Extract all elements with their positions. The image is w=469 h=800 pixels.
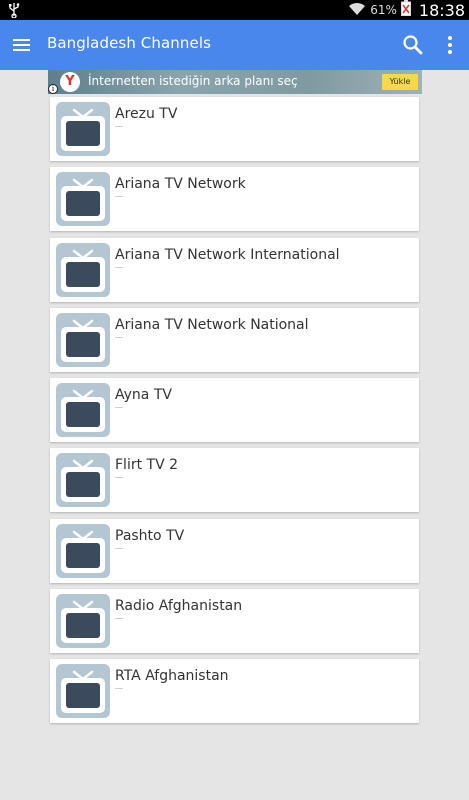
- channel-list-item[interactable]: Ayna TV: [50, 378, 419, 443]
- battery-percent: 61%: [370, 3, 397, 17]
- tv-icon: [56, 242, 110, 297]
- channel-name: Arezu TV: [115, 106, 178, 122]
- channel-name: RTA Afghanistan: [115, 668, 229, 685]
- tv-icon: [56, 383, 110, 438]
- ad-text: İnternetten istediğin arka planı seç: [88, 74, 298, 88]
- app-bar: Bangladesh Channels: [0, 20, 469, 70]
- tv-icon: [56, 453, 110, 508]
- tv-icon: [56, 102, 110, 156]
- divider: [115, 688, 123, 690]
- divider: [115, 407, 123, 409]
- tv-icon: [56, 664, 110, 719]
- channel-list-item[interactable]: Flirt TV 2: [50, 448, 419, 513]
- channel-name: Ayna TV: [115, 387, 172, 404]
- hamburger-menu-icon[interactable]: [12, 36, 32, 54]
- battery-icon: [400, 0, 411, 20]
- channel-list-item[interactable]: Ariana TV Network National: [50, 307, 419, 372]
- channel-name: Pashto TV: [115, 527, 185, 544]
- divider: [115, 336, 123, 338]
- channel-name: Flirt TV 2: [115, 457, 179, 474]
- clock: 18:38: [418, 0, 465, 20]
- channel-list-item[interactable]: Arezu TV: [50, 97, 419, 161]
- channel-list: Arezu TV Ariana TV Network Ariana TV Net…: [50, 97, 419, 730]
- ad-install-button[interactable]: Yükle: [382, 74, 418, 90]
- divider: [115, 547, 123, 549]
- ad-info-icon[interactable]: i: [48, 84, 58, 94]
- app-title: Bangladesh Channels: [47, 34, 212, 52]
- divider: [115, 477, 123, 479]
- ad-banner[interactable]: Y İnternetten istediğin arka planı seç Y…: [48, 70, 422, 94]
- divider: [115, 266, 123, 268]
- channel-list-item[interactable]: Ariana TV Network: [50, 167, 419, 232]
- tv-icon: [56, 523, 110, 578]
- wifi-icon: [348, 1, 366, 20]
- channel-name: Ariana TV Network: [115, 176, 246, 193]
- overflow-menu-icon[interactable]: [444, 34, 456, 56]
- channel-list-item[interactable]: Pashto TV: [50, 518, 419, 583]
- usb-icon: [8, 2, 20, 22]
- channel-name: Ariana TV Network International: [115, 246, 340, 263]
- status-bar: 61% 18:38: [0, 0, 469, 20]
- tv-icon: [56, 312, 110, 367]
- divider: [115, 196, 123, 198]
- divider: [115, 126, 123, 127]
- channel-name: Radio Afghanistan: [115, 598, 243, 615]
- tv-icon: [56, 594, 110, 649]
- search-icon[interactable]: [402, 34, 424, 56]
- tv-icon: [56, 172, 110, 227]
- channel-list-item[interactable]: Radio Afghanistan: [50, 589, 419, 654]
- channel-list-item[interactable]: RTA Afghanistan: [50, 659, 419, 724]
- divider: [115, 618, 123, 620]
- yandex-logo: Y: [60, 72, 80, 92]
- channel-list-item[interactable]: Ariana TV Network International: [50, 237, 419, 302]
- channel-name: Ariana TV Network National: [115, 316, 309, 333]
